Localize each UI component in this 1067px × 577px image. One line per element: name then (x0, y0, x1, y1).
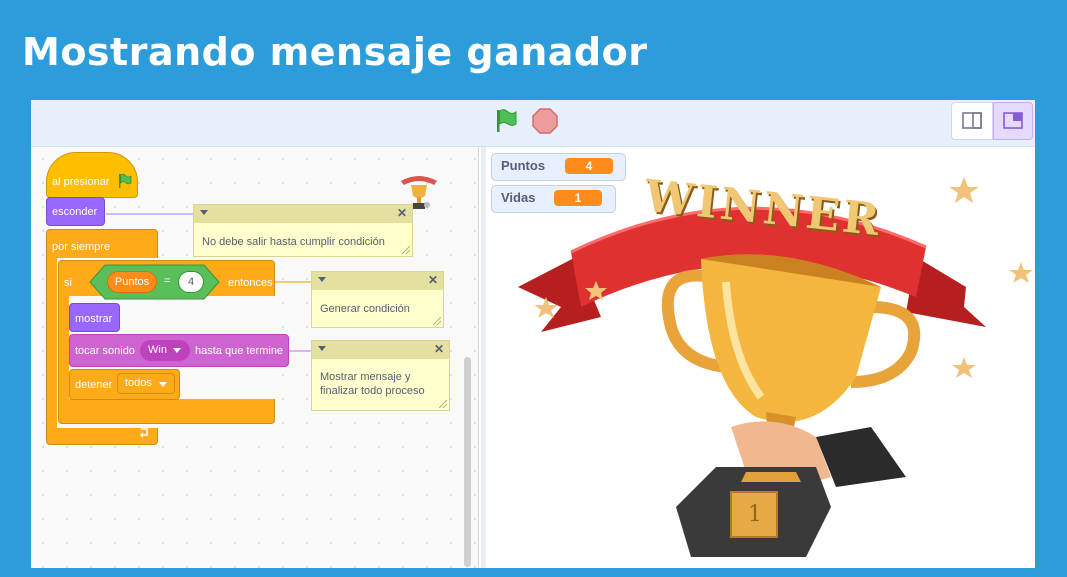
when-flag-clicked-block[interactable]: al presionar (46, 152, 138, 198)
sound-dropdown[interactable]: Win (140, 340, 190, 361)
comment-note[interactable]: ✕ Generar condición (311, 271, 444, 328)
collapse-icon[interactable] (318, 277, 326, 282)
collapse-icon[interactable] (318, 346, 326, 351)
equals-sign: = (164, 275, 171, 287)
resize-handle[interactable] (439, 400, 447, 408)
stop-option-dropdown[interactable]: todos (117, 373, 175, 394)
variable-monitor-puntos[interactable]: Puntos 4 (491, 153, 626, 181)
collapse-icon[interactable] (200, 210, 208, 215)
comment-header[interactable] (312, 272, 443, 290)
stage-header (31, 100, 1035, 147)
comment-header[interactable] (194, 205, 412, 223)
scratch-editor: al presionar esconder por siempre si ent… (31, 100, 1035, 568)
show-block[interactable]: mostrar (69, 303, 120, 332)
trophy-plaque-text: 1 (748, 502, 762, 527)
hide-block[interactable]: esconder (46, 197, 105, 226)
large-stage-icon (1003, 112, 1023, 129)
comment-note[interactable]: ✕ Mostrar mensaje y finalizar todo proce… (311, 340, 450, 411)
close-icon[interactable]: ✕ (397, 206, 407, 220)
slide-title: Mostrando mensaje ganador (22, 30, 648, 74)
variable-reporter-puntos[interactable]: Puntos (107, 271, 157, 293)
stop-sign-icon[interactable] (530, 106, 560, 136)
resize-handle[interactable] (433, 317, 441, 325)
resize-handle[interactable] (402, 246, 410, 254)
variable-monitor-vidas[interactable]: Vidas 1 (491, 185, 616, 213)
small-stage-icon (962, 112, 982, 129)
compare-value-input[interactable]: 4 (178, 271, 204, 293)
close-icon[interactable]: ✕ (434, 342, 444, 356)
chevron-down-icon (173, 348, 181, 353)
comment-header[interactable] (312, 341, 449, 359)
chevron-down-icon (159, 382, 167, 387)
green-flag-icon[interactable] (491, 106, 521, 136)
close-icon[interactable]: ✕ (428, 273, 438, 287)
comment-note[interactable]: ✕ No debe salir hasta cumplir condición (193, 204, 413, 257)
code-area[interactable]: al presionar esconder por siempre si ent… (31, 147, 479, 568)
small-stage-button[interactable] (951, 102, 993, 140)
code-area-scrollbar[interactable] (464, 357, 471, 567)
green-flag-icon (119, 173, 132, 188)
large-stage-button[interactable] (993, 102, 1033, 140)
stage[interactable]: WINNER 1 Puntos 4 Vidas 1 (486, 147, 1035, 568)
